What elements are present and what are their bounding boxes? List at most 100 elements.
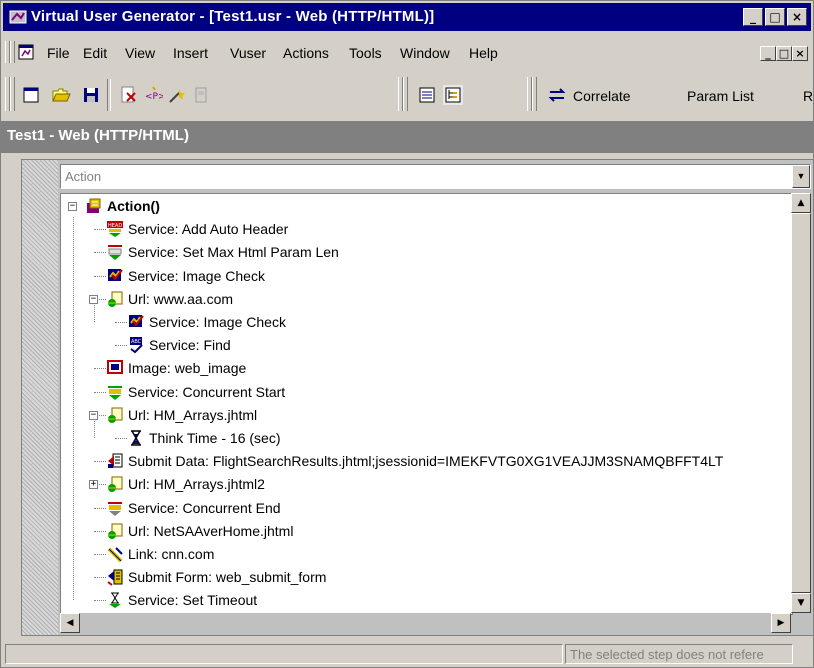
tree-node-label: Submit Form: web_submit_form	[128, 569, 327, 586]
tree-connector	[94, 391, 106, 393]
action-icon	[87, 198, 101, 213]
image-icon	[107, 360, 123, 375]
status-bar: The selected step does not refere	[1, 641, 813, 667]
tree-node-label: Service: Concurrent End	[128, 499, 281, 516]
toolbar-grip-4[interactable]	[403, 77, 408, 111]
tree-node-label: Url: HM_Arrays.jhtml	[128, 406, 258, 423]
tree-connector	[115, 322, 127, 323]
menu-edit[interactable]: Edit	[83, 45, 107, 61]
doc-minimize-button[interactable]: _	[760, 46, 776, 61]
document-title: Test1 - Web (HTTP/HTML)	[7, 127, 189, 144]
param-list-button[interactable]: Param List	[687, 88, 754, 104]
status-panel-left	[5, 644, 563, 664]
script-tree[interactable]: Action() − HEAD Service: Add Auto Header Ser…	[60, 193, 793, 615]
document-icon[interactable]	[17, 43, 35, 61]
tree-connector	[94, 368, 106, 370]
insert-step-icon[interactable]	[167, 85, 187, 105]
doc-close-button[interactable]: ×	[792, 46, 808, 61]
window-title: Virtual User Generator - [Test1.usr - We…	[31, 8, 435, 25]
submit-form-icon	[107, 569, 123, 586]
image-check-icon	[108, 268, 123, 281]
menu-file[interactable]: File	[47, 45, 70, 61]
script-view-icon[interactable]	[417, 85, 437, 105]
svg-text:ABC: ABC	[131, 339, 142, 345]
tree-connector	[94, 275, 106, 277]
scroll-up-button[interactable]: ▲	[791, 193, 811, 213]
tree-node-label: Think Time - 16 (sec)	[149, 430, 281, 446]
action-selector[interactable]: Action ▼	[60, 164, 811, 189]
maximize-button[interactable]: □	[765, 8, 785, 26]
menu-actions[interactable]: Actions	[283, 45, 329, 61]
link-icon	[107, 547, 123, 563]
menu-tools[interactable]: Tools	[349, 45, 382, 61]
tree-node-label: Url: NetSAAverHome.jhtml	[128, 522, 294, 539]
menu-bar: File Edit View Insert Vuser Actions Tool…	[3, 39, 811, 66]
url-icon	[108, 476, 123, 493]
concurrent-start-icon	[108, 385, 122, 400]
menu-window[interactable]: Window	[400, 45, 450, 61]
tree-node-label: Action()	[107, 198, 160, 214]
menu-insert[interactable]: Insert	[173, 45, 208, 61]
minimize-button[interactable]: _	[743, 8, 763, 26]
find-icon: ABC	[130, 337, 143, 354]
scroll-left-button[interactable]: ◀	[60, 613, 80, 633]
menubar-grip-2[interactable]	[10, 41, 15, 63]
tree-connector	[94, 461, 106, 463]
correlate-button[interactable]: Correlate	[573, 88, 631, 104]
tree-connector	[115, 438, 127, 439]
toolbar: <P> Correlate Param List R	[3, 71, 813, 117]
close-button[interactable]: ×	[787, 8, 807, 26]
delete-step-icon[interactable]	[119, 85, 139, 105]
service-icon	[108, 245, 122, 261]
correlate-icon[interactable]	[547, 85, 567, 105]
left-margin-hatch	[22, 160, 58, 635]
tree-node-label: Url: www.aa.com	[128, 290, 234, 307]
vertical-scrollbar[interactable]: ▲ ▼	[791, 193, 811, 613]
toolbar-grip-2[interactable]	[10, 77, 15, 111]
concurrent-end-icon	[108, 501, 122, 516]
menu-vuser[interactable]: Vuser	[230, 45, 266, 61]
timeout-icon	[109, 592, 121, 609]
tree-spine	[73, 217, 74, 601]
vertical-scroll-thumb[interactable]	[791, 213, 811, 593]
title-bar[interactable]: Virtual User Generator - [Test1.usr - We…	[3, 3, 811, 31]
tree-node-label: Link: cnn.com	[128, 546, 215, 562]
tree-connector	[94, 577, 106, 579]
save-icon[interactable]	[81, 85, 101, 105]
hourglass-icon	[131, 430, 141, 446]
tree-connector	[115, 345, 127, 347]
doc-restore-button[interactable]: □	[776, 46, 792, 61]
tree-connector	[94, 600, 106, 602]
scroll-right-button[interactable]: ▶	[771, 613, 791, 633]
menu-view[interactable]: View	[125, 45, 155, 61]
status-panel-message: The selected step does not refere	[565, 644, 793, 664]
action-selector-value: Action	[65, 169, 102, 184]
disabled-tool-icon[interactable]	[191, 85, 211, 105]
collapse-icon[interactable]: −	[89, 410, 98, 420]
toolbar-separator	[107, 79, 111, 111]
tree-node-label: Service: Image Check	[149, 314, 286, 330]
combo-dropdown-button[interactable]: ▼	[792, 165, 810, 188]
submit-data-icon	[108, 453, 123, 469]
horizontal-scrollbar[interactable]: ◀ ▶	[60, 613, 791, 633]
collapse-icon[interactable]: −	[68, 202, 77, 211]
open-folder-icon[interactable]	[51, 85, 71, 105]
tree-node-label: Service: Add Auto Header	[128, 221, 289, 238]
scroll-down-button[interactable]: ▼	[791, 593, 811, 613]
svg-text:HEAD: HEAD	[108, 223, 122, 229]
tree-view-icon[interactable]	[443, 85, 463, 105]
tree-node-label: Service: Concurrent Start	[128, 383, 286, 400]
toolbar-grip-6[interactable]	[532, 77, 537, 111]
url-icon	[108, 291, 123, 307]
expand-icon[interactable]: +	[89, 480, 98, 490]
collapse-icon[interactable]: −	[89, 294, 98, 304]
new-icon[interactable]	[21, 85, 41, 105]
tree-connector	[94, 507, 106, 509]
tree-node-label: Service: Set Max Html Param Len	[128, 244, 339, 261]
menu-help[interactable]: Help	[469, 45, 498, 61]
toolbar-overflow-button[interactable]: R	[803, 88, 813, 104]
script-tree-pane: Action ▼ Action() − HEAD Service: Add Auto …	[21, 159, 814, 636]
url-icon	[108, 523, 123, 539]
parameter-icon[interactable]: <P>	[143, 85, 163, 105]
tree-node-label: Submit Data: FlightSearchResults.jhtml;j…	[128, 453, 724, 470]
